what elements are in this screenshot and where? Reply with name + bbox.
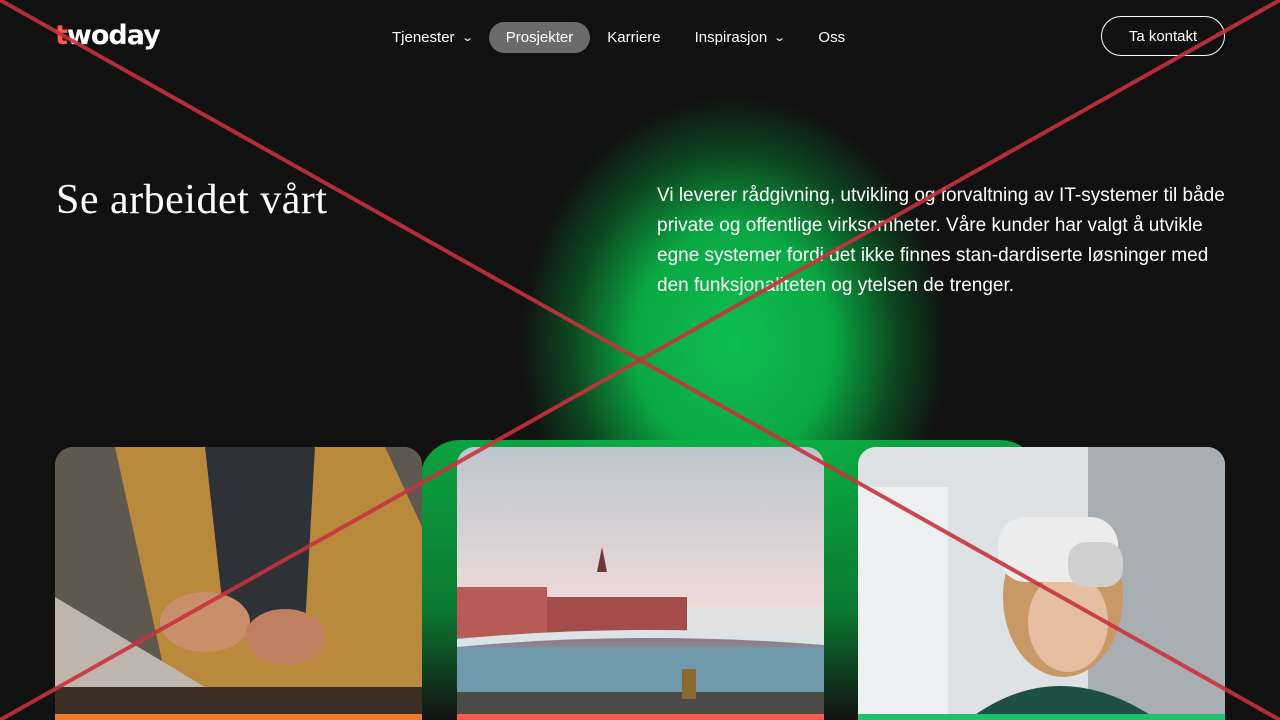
contact-button[interactable]: Ta kontakt [1101,16,1225,56]
harbour-city-image [457,447,824,720]
nav-item-label: Inspirasjon [694,28,768,46]
nav-item-label: Tjenester [392,28,455,46]
nav-item-label: Karriere [607,28,661,46]
chevron-down-icon: ⌄ [460,32,474,44]
nav-item-label: Oss [818,28,846,46]
project-card-laptop[interactable] [55,447,422,720]
nav-item-prosjekter[interactable]: Prosjekter [488,21,591,53]
chevron-down-icon: ⌄ [773,32,787,44]
woman-vr-headset-image [858,447,1225,720]
main-nav: Tjenester ⌄ Prosjekter Karriere Inspiras… [375,20,862,54]
project-card-vr[interactable] [858,447,1225,720]
card-accent-bar [55,714,422,720]
twoday-logo[interactable]: twoday [55,20,161,51]
page-title: Se arbeidet vårt [56,177,328,223]
nav-item-inspirasjon[interactable]: Inspirasjon ⌄ [678,22,802,53]
card-accent-bar [858,714,1225,720]
nav-item-karriere[interactable]: Karriere [590,22,677,53]
project-card-harbour[interactable] [457,447,824,720]
card-accent-bar [457,714,824,720]
nav-item-tjenester[interactable]: Tjenester ⌄ [375,22,489,53]
nav-item-oss[interactable]: Oss [801,22,862,53]
person-typing-laptop-image [55,447,422,720]
nav-item-label: Prosjekter [505,28,574,46]
intro-text: Vi leverer rådgivning, utvikling og forv… [657,185,1225,296]
